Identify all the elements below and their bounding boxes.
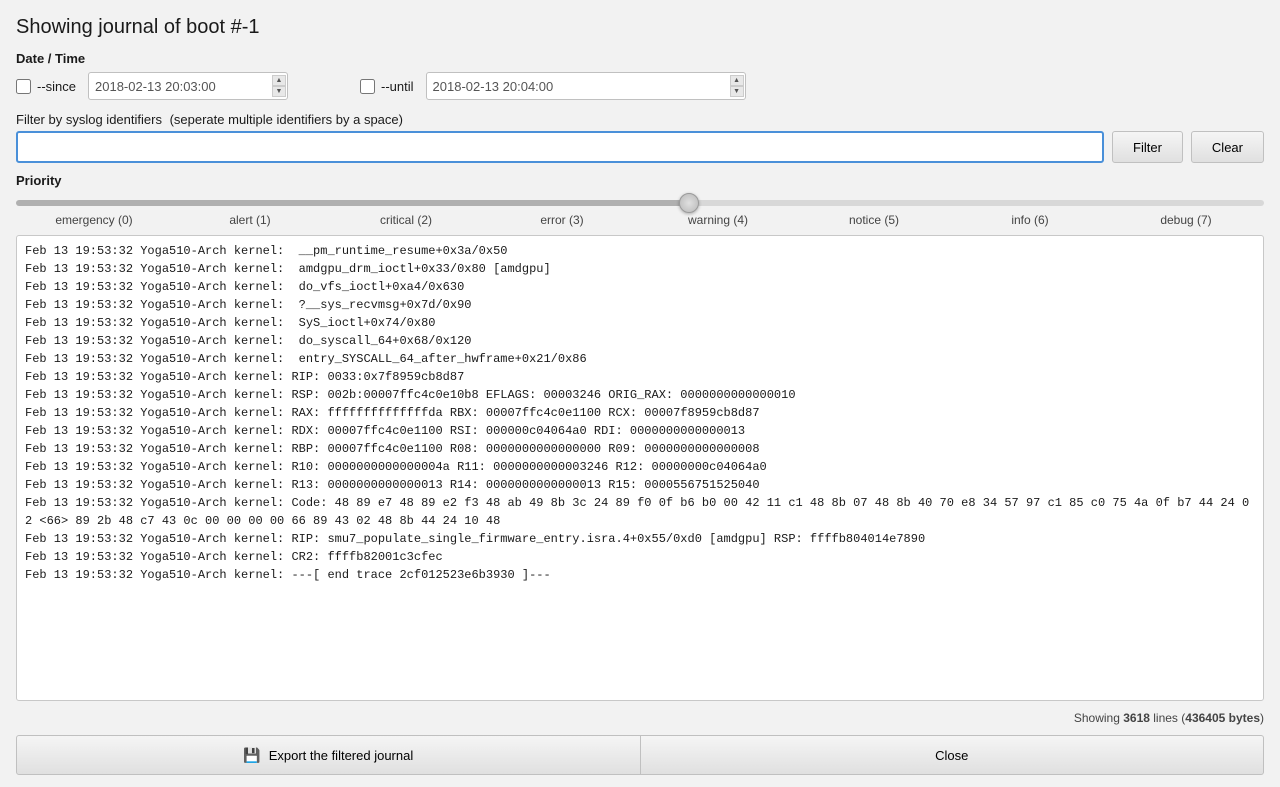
- log-line: Feb 13 19:53:32 Yoga510-Arch kernel: R13…: [25, 476, 1255, 494]
- filter-main-label: Filter by syslog identifiers: [16, 112, 162, 127]
- close-button[interactable]: Close: [641, 735, 1265, 775]
- floppy-icon: 💾: [243, 747, 260, 764]
- log-line: Feb 13 19:53:32 Yoga510-Arch kernel: __p…: [25, 242, 1255, 260]
- log-line: Feb 13 19:53:32 Yoga510-Arch kernel: do_…: [25, 278, 1255, 296]
- filter-sub-label: (seperate multiple identifiers by a spac…: [170, 112, 403, 127]
- log-line: Feb 13 19:53:32 Yoga510-Arch kernel: RBP…: [25, 440, 1255, 458]
- since-group: --since: [16, 79, 76, 94]
- status-prefix: Showing: [1074, 711, 1123, 725]
- status-mid: lines (: [1150, 711, 1185, 725]
- filter-input[interactable]: [16, 131, 1104, 163]
- since-spinner: ▲ ▼: [272, 72, 286, 100]
- until-down-arrow[interactable]: ▼: [730, 86, 744, 97]
- log-line: Feb 13 19:53:32 Yoga510-Arch kernel: CR2…: [25, 548, 1255, 566]
- until-input-wrapper: ▲ ▼: [426, 72, 746, 100]
- datetime-label: Date / Time: [16, 51, 1264, 66]
- byte-count: 436405 bytes: [1185, 711, 1260, 725]
- since-checkbox[interactable]: [16, 79, 31, 94]
- filter-button[interactable]: Filter: [1112, 131, 1183, 163]
- log-line: Feb 13 19:53:32 Yoga510-Arch kernel: R10…: [25, 458, 1255, 476]
- tick-info: info (6): [952, 213, 1108, 227]
- since-up-arrow[interactable]: ▲: [272, 75, 286, 86]
- until-group: --until: [360, 79, 414, 94]
- datetime-section: Date / Time --since ▲ ▼ --until: [16, 51, 1264, 104]
- status-bar: Showing 3618 lines (436405 bytes): [16, 709, 1264, 727]
- since-input-wrapper: ▲ ▼: [88, 72, 288, 100]
- tick-emergency: emergency (0): [16, 213, 172, 227]
- filter-label-row: Filter by syslog identifiers (seperate m…: [16, 112, 1264, 127]
- line-count: 3618: [1123, 711, 1150, 725]
- since-down-arrow[interactable]: ▼: [272, 86, 286, 97]
- page-title: Showing journal of boot #-1: [16, 16, 1264, 39]
- priority-label: Priority: [16, 173, 1264, 188]
- log-line: Feb 13 19:53:32 Yoga510-Arch kernel: ?__…: [25, 296, 1255, 314]
- tick-debug: debug (7): [1108, 213, 1264, 227]
- since-input[interactable]: [88, 72, 288, 100]
- log-line: Feb 13 19:53:32 Yoga510-Arch kernel: amd…: [25, 260, 1255, 278]
- log-line: Feb 13 19:53:32 Yoga510-Arch kernel: RIP…: [25, 368, 1255, 386]
- tick-alert: alert (1): [172, 213, 328, 227]
- filter-input-row: Filter Clear: [16, 131, 1264, 163]
- tick-error: error (3): [484, 213, 640, 227]
- since-label: --since: [37, 79, 76, 94]
- tick-critical: critical (2): [328, 213, 484, 227]
- log-line: Feb 13 19:53:32 Yoga510-Arch kernel: RAX…: [25, 404, 1255, 422]
- log-line: Feb 13 19:53:32 Yoga510-Arch kernel: SyS…: [25, 314, 1255, 332]
- slider-container: [16, 194, 1264, 209]
- status-end: ): [1260, 711, 1264, 725]
- export-label: Export the filtered journal: [269, 748, 414, 763]
- log-line: Feb 13 19:53:32 Yoga510-Arch kernel: ent…: [25, 350, 1255, 368]
- bottom-buttons: 💾 Export the filtered journal Close: [16, 735, 1264, 775]
- datetime-row: --since ▲ ▼ --until ▲ ▼: [16, 72, 1264, 100]
- priority-section: Priority emergency (0) alert (1) critica…: [16, 173, 1264, 227]
- log-line: Feb 13 19:53:32 Yoga510-Arch kernel: ---…: [25, 566, 1255, 584]
- clear-button[interactable]: Clear: [1191, 131, 1264, 163]
- log-line: Feb 13 19:53:32 Yoga510-Arch kernel: do_…: [25, 332, 1255, 350]
- until-up-arrow[interactable]: ▲: [730, 75, 744, 86]
- filter-section: Filter by syslog identifiers (seperate m…: [16, 112, 1264, 163]
- log-line: Feb 13 19:53:32 Yoga510-Arch kernel: RIP…: [25, 530, 1255, 548]
- until-checkbox[interactable]: [360, 79, 375, 94]
- main-container: Showing journal of boot #-1 Date / Time …: [0, 0, 1280, 787]
- priority-slider[interactable]: [16, 200, 1264, 206]
- until-spinner: ▲ ▼: [730, 72, 744, 100]
- priority-ticks: emergency (0) alert (1) critical (2) err…: [16, 213, 1264, 227]
- until-input[interactable]: [426, 72, 746, 100]
- until-label: --until: [381, 79, 414, 94]
- export-button[interactable]: 💾 Export the filtered journal: [16, 735, 641, 775]
- log-line: Feb 13 19:53:32 Yoga510-Arch kernel: RDX…: [25, 422, 1255, 440]
- log-line: Feb 13 19:53:32 Yoga510-Arch kernel: RSP…: [25, 386, 1255, 404]
- log-line: Feb 13 19:53:32 Yoga510-Arch kernel: Cod…: [25, 494, 1255, 530]
- tick-notice: notice (5): [796, 213, 952, 227]
- log-area[interactable]: Feb 13 19:53:32 Yoga510-Arch kernel: __p…: [16, 235, 1264, 701]
- tick-warning: warning (4): [640, 213, 796, 227]
